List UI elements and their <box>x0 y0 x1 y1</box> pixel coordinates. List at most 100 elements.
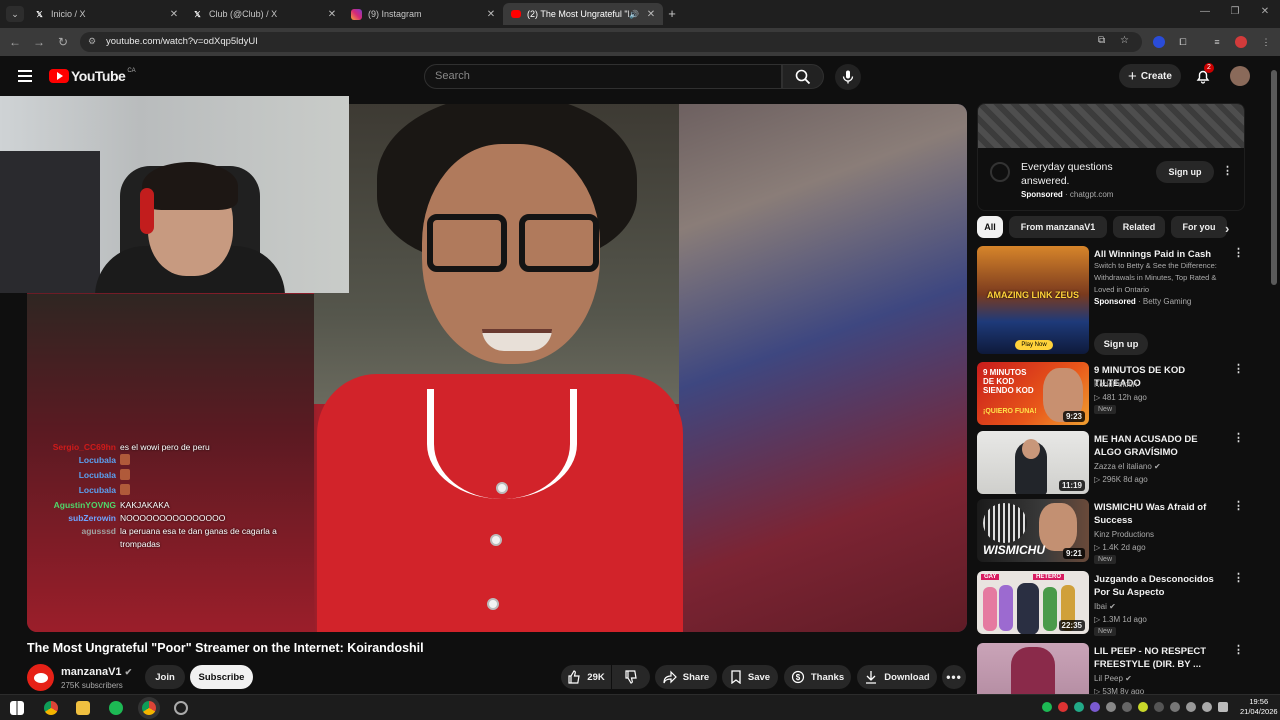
video-duration: 9:23 <box>1062 411 1085 422</box>
save-button[interactable]: Save <box>722 665 778 689</box>
list-item[interactable]: AMAZING LINK ZEUS Play Now All Winnings … <box>977 246 1247 356</box>
speaker-icon[interactable]: 🔊 <box>629 10 639 19</box>
tray-icon[interactable] <box>1138 702 1148 712</box>
chip-for-you[interactable]: For you <box>1171 216 1227 238</box>
chat-message: KAKJAKAKA <box>120 500 170 510</box>
address-bar[interactable]: ⚙ youtube.com/watch?v=odXqp5ldyUI ⧉ ☆ <box>80 32 1142 52</box>
list-item[interactable]: GAY HETERO 22:35 Juzgando a Desconocidos… <box>977 571 1247 636</box>
minimize-icon[interactable]: — <box>1198 6 1212 17</box>
close-tab-icon[interactable]: ✕ <box>485 9 497 20</box>
clock-date: 21/04/2026 <box>1240 707 1278 716</box>
search-button[interactable] <box>782 64 824 89</box>
video-menu-icon[interactable]: ⋮ <box>1233 499 1245 512</box>
video-menu-icon[interactable]: ⋮ <box>1233 246 1245 259</box>
dislike-button[interactable] <box>612 665 650 689</box>
volume-icon[interactable] <box>1202 702 1212 712</box>
browser-menu-icon[interactable]: ⋮ <box>1260 36 1272 48</box>
tray-icon[interactable] <box>1154 702 1164 712</box>
ad-signup-button[interactable]: Sign up <box>1094 333 1148 355</box>
list-item[interactable]: 11:19 ME HAN ACUSADO DE ALGO GRAVÍSIMO Z… <box>977 431 1247 495</box>
search-input[interactable] <box>435 70 755 82</box>
profile-avatar-icon[interactable] <box>1235 36 1247 48</box>
hamburger-menu-icon[interactable] <box>18 70 32 82</box>
extensions-puzzle-icon[interactable]: ⧠ <box>1177 36 1189 48</box>
tab-instagram[interactable]: (9) Instagram ✕ <box>343 3 503 25</box>
thumbs-down-icon <box>625 670 637 684</box>
video-menu-icon[interactable]: ⋮ <box>1233 362 1245 375</box>
tray-icon[interactable] <box>1170 702 1180 712</box>
sponsored-ad-card[interactable]: Everyday questions answered. Sponsored ·… <box>977 103 1245 211</box>
list-item[interactable]: WISMICHU 9:21 WISMICHU Was Afraid of Suc… <box>977 499 1247 564</box>
chip-related[interactable]: Related <box>1113 216 1165 238</box>
tray-icon[interactable] <box>1106 702 1116 712</box>
extension-shield-icon[interactable] <box>1153 36 1165 48</box>
chrome-active-icon[interactable] <box>142 701 156 715</box>
tab-club-x[interactable]: 𝕏 Club (@Club) / X ✕ <box>184 3 344 25</box>
ad-menu-icon[interactable]: ⋮ <box>1222 164 1234 177</box>
close-tab-icon[interactable]: ✕ <box>326 9 338 20</box>
network-icon[interactable] <box>1186 702 1196 712</box>
video-menu-icon[interactable]: ⋮ <box>1233 431 1245 444</box>
sponsored-label: Sponsored <box>1021 190 1063 199</box>
list-item[interactable]: LIL PEEP - NO RESPECT FREESTYLE (DIR. BY… <box>977 643 1247 694</box>
new-tab-button[interactable]: + <box>664 6 680 22</box>
forward-icon[interactable]: → <box>32 35 46 49</box>
tray-icon[interactable] <box>1074 702 1084 712</box>
headphones <box>140 188 154 234</box>
webcam-overlay <box>0 96 349 293</box>
back-icon[interactable]: ← <box>8 35 22 49</box>
video-thumbnail: AMAZING LINK ZEUS Play Now <box>977 246 1089 354</box>
spotify-icon[interactable] <box>109 701 123 715</box>
file-explorer-icon[interactable] <box>76 701 90 715</box>
chip-from-channel[interactable]: From manzanaV1 <box>1009 216 1107 238</box>
tab-search-icon[interactable]: ⌄ <box>6 6 24 22</box>
country-code: CA <box>127 68 136 74</box>
chevron-right-icon[interactable]: › <box>1225 221 1230 236</box>
more-actions-button[interactable]: ••• <box>942 665 966 689</box>
site-info-icon[interactable]: ⚙ <box>88 36 96 47</box>
channel-avatar[interactable] <box>27 664 54 691</box>
video-player[interactable]: Sergio_CC69hn es el wowi pero de peru Loc… <box>0 96 967 632</box>
create-button[interactable]: + Create <box>1119 64 1181 88</box>
close-tab-icon[interactable]: ✕ <box>645 9 657 20</box>
close-window-icon[interactable]: ✕ <box>1258 6 1272 17</box>
tab-youtube-active[interactable]: (2) The Most Ungrateful "Po 🔊 ✕ <box>503 3 663 25</box>
install-app-icon[interactable]: ⧉ <box>1098 35 1105 46</box>
system-clock[interactable]: 19:56 21/04/2026 <box>1240 697 1278 717</box>
ad-signup-button[interactable]: Sign up <box>1156 161 1214 183</box>
chrome-icon[interactable] <box>44 701 58 715</box>
thanks-button[interactable]: $ Thanks <box>784 665 851 689</box>
subscribe-button[interactable]: Subscribe <box>190 665 253 689</box>
channel-name: KoddPelotin <box>1094 380 1138 389</box>
video-menu-icon[interactable]: ⋮ <box>1233 643 1245 656</box>
video-stats: ▷ 53M 8y ago <box>1094 687 1145 694</box>
app-icon[interactable] <box>174 701 188 715</box>
youtube-logo[interactable]: YouTube CA <box>49 68 136 84</box>
chip-all[interactable]: All <box>977 216 1003 238</box>
channel-name[interactable]: manzanaV1 ✔ <box>61 666 132 678</box>
video-menu-icon[interactable]: ⋮ <box>1233 571 1245 584</box>
restore-icon[interactable]: ❐ <box>1228 6 1242 17</box>
page-scrollbar[interactable] <box>1271 70 1277 285</box>
voice-search-button[interactable] <box>835 64 861 90</box>
tray-icon[interactable] <box>1090 702 1100 712</box>
windows-start-icon[interactable] <box>10 701 24 715</box>
reading-list-icon[interactable]: ≡ <box>1211 36 1223 48</box>
bookmark-star-icon[interactable]: ☆ <box>1120 35 1129 46</box>
notifications-button[interactable]: 2 <box>1195 63 1214 84</box>
thumbnail-cta: Play Now <box>1015 340 1053 350</box>
chat-line: Sergio_CC69hn es el wowi pero de peru <box>22 441 312 454</box>
like-button[interactable]: 29K <box>561 665 611 689</box>
close-tab-icon[interactable]: ✕ <box>168 9 180 20</box>
share-button[interactable]: Share <box>655 665 717 689</box>
account-avatar[interactable] <box>1230 66 1250 86</box>
notification-center-icon[interactable] <box>1218 702 1228 712</box>
reload-icon[interactable]: ↻ <box>56 35 70 49</box>
spotify-tray-icon[interactable] <box>1042 702 1052 712</box>
tab-inicio-x[interactable]: 𝕏 Inicio / X ✕ <box>26 3 186 25</box>
tray-icon[interactable] <box>1122 702 1132 712</box>
tray-icon[interactable] <box>1058 702 1068 712</box>
list-item[interactable]: 9 MINUTOS DE KOD SIENDO KOD ¡QUIERO FUNA… <box>977 362 1247 426</box>
download-button[interactable]: Download <box>857 665 937 689</box>
join-button[interactable]: Join <box>145 665 185 689</box>
